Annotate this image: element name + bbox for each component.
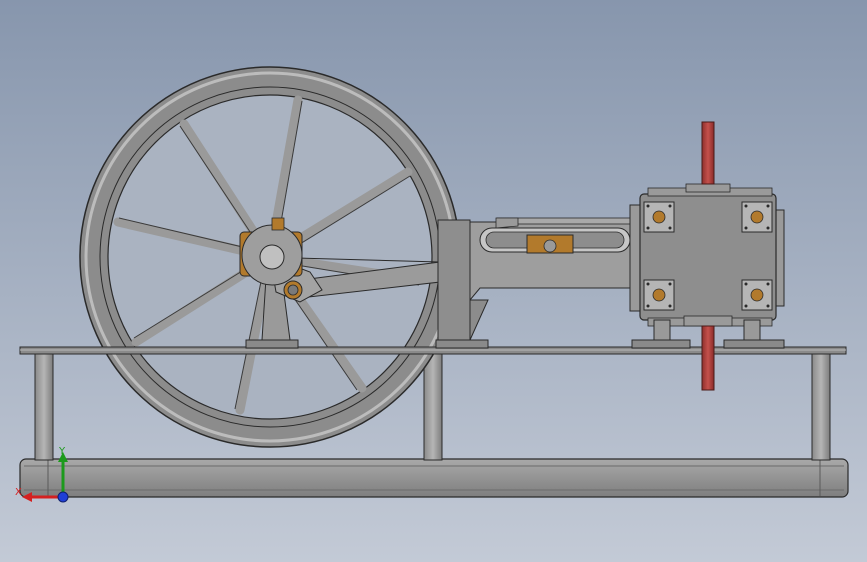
cad-graphics-viewport[interactable]: Y X: [0, 0, 867, 562]
deck-plate[interactable]: [19, 346, 847, 355]
cylinder-block[interactable]: [629, 183, 785, 349]
base-frame[interactable]: [19, 458, 849, 498]
triad-y-label: Y: [58, 446, 66, 457]
crosshead[interactable]: [526, 234, 574, 254]
triad-x-label: X: [15, 487, 22, 498]
engine-assembly-model[interactable]: Y X: [0, 0, 867, 562]
